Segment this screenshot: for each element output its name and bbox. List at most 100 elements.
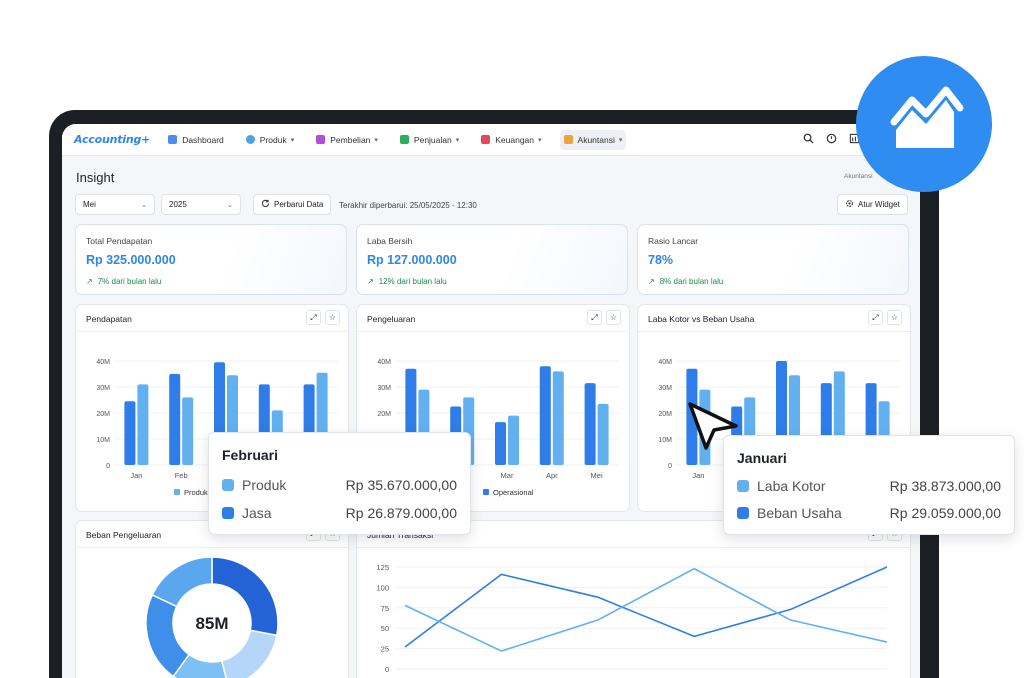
app-screen: Accounting+ Dashboard Produk ▾ Pembelian… (62, 124, 920, 678)
legend-label[interactable]: Operasional (493, 488, 534, 497)
expand-icon[interactable]: ⤢ (868, 310, 883, 325)
y-tick-label: 50 (381, 624, 389, 633)
tooltip-label: Laba Kotor (757, 478, 826, 494)
legend-swatch (174, 489, 180, 495)
series-line[interactable] (404, 567, 888, 652)
y-tick-label: 10M (96, 437, 110, 444)
bar[interactable] (508, 415, 519, 465)
y-tick-label: 100 (376, 583, 389, 592)
x-tick-label: Mar (501, 471, 514, 480)
y-tick-label: 40M (377, 359, 391, 366)
star-icon[interactable]: ☆ (887, 310, 902, 325)
card-title: Laba Kotor vs Beban Usaha (648, 314, 755, 324)
y-tick-label: 0 (385, 665, 389, 674)
tooltip-row: Jasa Rp 26.879.000,00 (222, 505, 457, 521)
chart-trend-icon (890, 86, 964, 148)
tooltip-label: Produk (242, 477, 287, 493)
nav-label: Dashboard (182, 134, 224, 145)
donut-slice[interactable] (151, 556, 213, 608)
legend-swatch (222, 507, 234, 519)
nav-label: Keuangan (495, 134, 535, 145)
tooltip-value: Rp 29.059.000,00 (889, 505, 1001, 521)
tooltip-value: Rp 26.879.000,00 (345, 505, 457, 521)
star-icon[interactable]: ☆ (606, 310, 621, 325)
card-tools: ⤢ ☆ (306, 310, 340, 325)
tooltip-row: Beban Usaha Rp 29.059.000,00 (737, 505, 1001, 521)
nav-akuntansi[interactable]: Akuntansi ▾ (559, 129, 627, 150)
chevron-down-icon: ▾ (455, 136, 460, 144)
x-tick-label: Apr (546, 471, 558, 480)
transaksi-line-chart: 0 25 50 75 100 125 (376, 563, 888, 674)
y-tick-label: 30M (658, 385, 672, 392)
expand-icon[interactable]: ⤢ (306, 310, 321, 325)
trend-up-icon: ↗ (86, 277, 93, 286)
kpi-delta: ↗ 7% dari bulan lalu (86, 277, 161, 286)
donut-slice[interactable] (220, 629, 278, 678)
y-tick-label: 20M (96, 411, 110, 418)
kpi-delta-text: 7% dari bulan lalu (97, 277, 162, 286)
money-icon (481, 135, 491, 144)
x-tick-label: Mei (591, 471, 603, 480)
legend-swatch (737, 507, 749, 519)
cart-icon (316, 135, 326, 144)
nav-dashboard[interactable]: Dashboard (164, 130, 228, 150)
last-updated-text: Terakhir diperbarui: 25/05/2025 - 12:30 (339, 201, 477, 210)
configure-widget-button[interactable]: Atur Widget (837, 194, 908, 215)
nav-pembelian[interactable]: Pembelian ▾ (312, 130, 382, 150)
tooltip-title: Februari (222, 447, 279, 463)
kpi-card-laba-bersih: Laba Bersih Rp 127.000.000 ↗ 12% dari bul… (356, 224, 628, 295)
bar[interactable] (495, 422, 506, 465)
kpi-delta: ↗ 8% dari bulan lalu (648, 277, 723, 286)
donut-center-label: 85M (195, 614, 228, 633)
bar[interactable] (552, 371, 564, 465)
search-icon[interactable] (803, 133, 814, 147)
clock-icon[interactable] (826, 133, 837, 147)
bar[interactable] (584, 383, 596, 465)
tooltip-label: Jasa (242, 505, 272, 521)
y-tick-label: 25 (381, 645, 389, 654)
bar[interactable] (597, 403, 609, 465)
bar[interactable] (182, 397, 194, 465)
dashboard-icon (168, 135, 178, 144)
month-select[interactable]: Mei ⌄ (75, 194, 155, 215)
y-tick-label: 40M (658, 359, 672, 366)
kpi-value: Rp 127.000.000 (367, 253, 457, 267)
expand-icon[interactable]: ⤢ (587, 310, 602, 325)
laba-tooltip: Januari Laba Kotor Rp 38.873.000,00 Beba… (723, 435, 1015, 535)
kpi-label: Rasio Lancar (648, 236, 699, 246)
refresh-button[interactable]: Perbarui Data (253, 194, 332, 215)
chevron-down-icon: ⌄ (141, 201, 147, 209)
bar[interactable] (169, 374, 181, 465)
tooltip-title: Januari (737, 450, 787, 466)
card-tools: ⤢ ☆ (868, 310, 902, 325)
nav-label: Penjualan (413, 134, 452, 145)
kpi-delta: ↗ 12% dari bulan lalu (367, 277, 447, 286)
kpi-label: Laba Bersih (367, 236, 413, 246)
chevron-down-icon: ▾ (538, 136, 542, 144)
y-tick-label: 0 (668, 463, 672, 470)
star-icon[interactable]: ☆ (325, 310, 340, 325)
legend-label[interactable]: Produk (184, 488, 208, 497)
y-tick-label: 10M (658, 437, 672, 444)
x-tick-label: Feb (175, 471, 188, 480)
nav-actions (803, 124, 860, 156)
nav-keuangan[interactable]: Keuangan ▾ (477, 130, 545, 150)
y-tick-label: 20M (658, 411, 672, 418)
nav-produk[interactable]: Produk ▾ (242, 130, 298, 150)
insight-badge (856, 56, 992, 192)
legend-swatch (737, 480, 749, 492)
trend-up-icon: ↗ (648, 277, 655, 286)
series-line[interactable] (404, 566, 888, 648)
y-tick-label: 0 (106, 463, 110, 470)
beban-pengeluaran-card: Beban Pengeluaran ⤢ ☆ 85M (75, 520, 349, 678)
donut-slice[interactable] (145, 593, 191, 678)
bar[interactable] (539, 366, 551, 465)
bar[interactable] (124, 401, 136, 465)
bar[interactable] (137, 384, 149, 465)
calculator-icon (563, 135, 573, 144)
gear-icon (845, 199, 854, 210)
app-logo[interactable]: Accounting+ (74, 133, 150, 146)
top-navbar: Accounting+ Dashboard Produk ▾ Pembelian… (62, 124, 920, 156)
year-select[interactable]: 2025 ⌄ (161, 194, 241, 215)
nav-penjualan[interactable]: Penjualan ▾ (396, 130, 463, 150)
